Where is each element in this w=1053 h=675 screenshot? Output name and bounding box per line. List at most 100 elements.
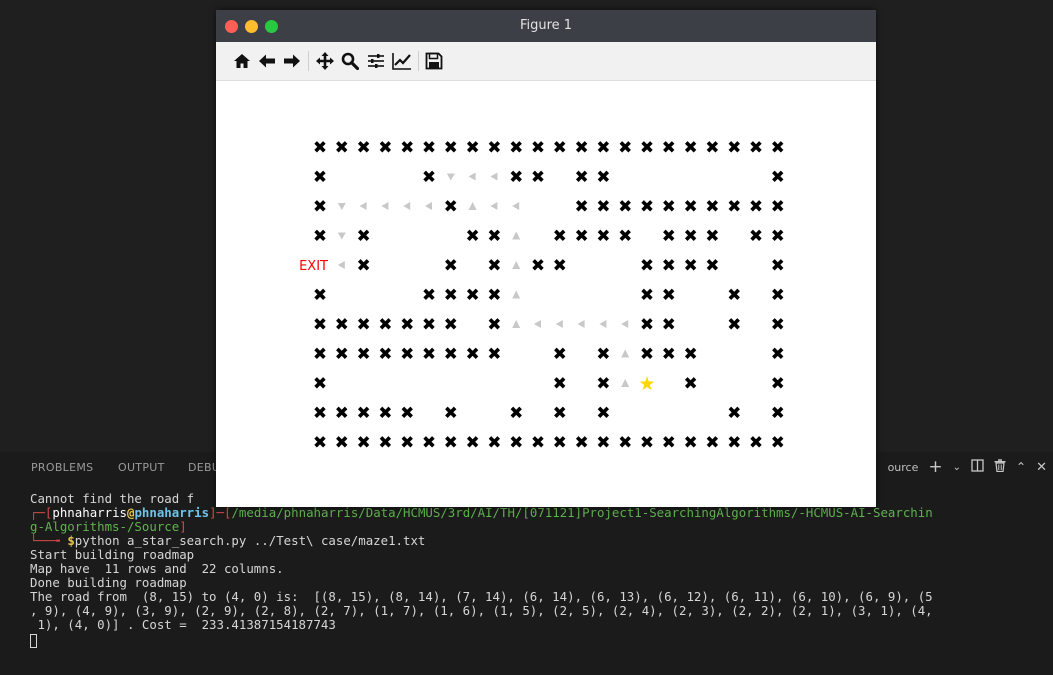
wall-marker: ✖ (662, 197, 676, 217)
wall-marker: ✖ (596, 227, 610, 247)
terminal-prompt-line: ┌─[phnaharris@phnaharris]─[/media/phnaha… (30, 505, 933, 520)
wall-marker: ✖ (705, 256, 719, 276)
window-title: Figure 1 (519, 18, 573, 33)
wall-marker: ✖ (727, 433, 741, 453)
wall-marker: ✖ (683, 433, 697, 453)
wall-marker: ✖ (400, 345, 414, 365)
wall-marker: ✖ (574, 433, 588, 453)
wall-marker: ✖ (771, 345, 785, 365)
wall-marker: ✖ (356, 227, 370, 247)
path-arrow-down (446, 173, 455, 181)
wall-marker: ✖ (509, 404, 523, 424)
terminal-command-line: └──╼ $python a_star_search.py ../Test\ c… (30, 533, 426, 548)
wall-marker: ✖ (596, 345, 610, 365)
back-icon[interactable] (257, 50, 277, 72)
wall-marker: ✖ (487, 256, 501, 276)
wall-marker: ✖ (509, 168, 523, 188)
path-arrow-left (534, 320, 541, 328)
wall-marker: ✖ (662, 286, 676, 306)
wall-marker: ✖ (553, 256, 567, 276)
wall-marker: ✖ (335, 138, 349, 158)
wall-marker: ✖ (335, 315, 349, 335)
figure-window[interactable]: Figure 1 ✖ ✖ ✖ ✖ ✖ ✖ ✖ ✖ ✖ ✖ ✖ ✖ ✖ ✖ ✖ ✖ ✖ ✖ ✖ ✖ ✖ ✖ ✖ ✖ ✖ ✖ ✖ ✖ ✖ (216, 10, 876, 507)
wall-marker: ✖ (705, 433, 719, 453)
save-icon[interactable] (424, 50, 444, 72)
wall-marker: ✖ (422, 138, 436, 158)
wall-marker: ✖ (444, 433, 458, 453)
wall-marker: ✖ (771, 404, 785, 424)
wall-marker: ✖ (771, 256, 785, 276)
wall-marker: ✖ (662, 227, 676, 247)
path-arrow-left (555, 320, 563, 328)
wall-marker: ✖ (705, 197, 719, 217)
wall-marker: ✖ (574, 227, 588, 247)
path-arrow-up (621, 349, 630, 358)
wall-marker: ✖ (727, 197, 741, 217)
path-arrow-left (512, 202, 520, 210)
wall-marker: ✖ (356, 256, 370, 276)
wall-marker: ✖ (509, 433, 523, 453)
wall-marker: ✖ (596, 404, 610, 424)
terminal-output-line: , 9), (4, 9), (3, 9), (2, 9), (2, 8), (2… (30, 603, 933, 618)
wall-marker: ✖ (596, 374, 610, 394)
path-arrow-left (490, 172, 498, 181)
terminal-prompt-path-cont: g-Algorithms-/Source] (30, 519, 187, 534)
wall-marker: ✖ (444, 286, 458, 306)
exit-label: EXIT (299, 259, 328, 274)
terminal-output-line: Done building roadmap (30, 575, 187, 590)
wall-marker: ✖ (335, 433, 349, 453)
wall-marker: ✖ (553, 433, 567, 453)
edit-axes-icon[interactable] (392, 50, 412, 72)
wall-marker: ✖ (596, 138, 610, 158)
window-titlebar[interactable]: Figure 1 (216, 10, 876, 42)
wall-marker: ✖ (378, 433, 392, 453)
zoom-icon[interactable] (340, 50, 360, 72)
wall-marker: ✖ (618, 227, 632, 247)
wall-marker: ✖ (662, 345, 676, 365)
wall-marker: ✖ (444, 256, 458, 276)
path-arrow-left (490, 202, 498, 210)
path-arrow-up (621, 379, 630, 387)
configure-subplots-icon[interactable] (366, 50, 386, 72)
wall-marker: ✖ (574, 138, 588, 158)
path-arrow-left (403, 202, 411, 210)
wall-marker: ✖ (444, 197, 458, 217)
path-arrow-up (512, 290, 521, 299)
wall-marker: ✖ (553, 345, 567, 365)
wall-marker: ✖ (771, 138, 785, 158)
wall-marker: ✖ (378, 315, 392, 335)
toolbar-divider (308, 51, 309, 71)
wall-marker: ✖ (618, 138, 632, 158)
wall-marker: ✖ (465, 227, 479, 247)
wall-marker: ✖ (313, 168, 327, 188)
path-arrow-left (599, 320, 607, 328)
forward-icon[interactable] (282, 50, 302, 72)
path-arrow-up (512, 231, 521, 240)
wall-marker: ✖ (378, 404, 392, 424)
wall-marker: ✖ (313, 286, 327, 306)
wall-marker: ✖ (509, 138, 523, 158)
wall-marker: ✖ (771, 315, 785, 335)
wall-marker: ✖ (640, 197, 654, 217)
path-arrow-left (425, 202, 432, 210)
wall-marker: ✖ (771, 374, 785, 394)
pan-icon[interactable] (315, 50, 335, 72)
wall-marker: ✖ (313, 197, 327, 217)
terminal-output-line: 1), (4, 0)] . Cost = 233.41387154187743 (30, 617, 336, 632)
wall-marker: ✖ (487, 315, 501, 335)
wall-marker: ✖ (683, 197, 697, 217)
wall-marker: ✖ (727, 286, 741, 306)
wall-marker: ✖ (640, 138, 654, 158)
maze-plot: ✖ ✖ ✖ ✖ ✖ ✖ ✖ ✖ ✖ ✖ ✖ ✖ ✖ ✖ ✖ ✖ ✖ ✖ ✖ ✖ ✖ ✖ ✖ ✖ ✖ ✖ ✖ ✖ ✖ ✖ ✖ ✖ ✖ ✖ ✖ ✖ ✖ ✖ ✖ ✖… (299, 138, 785, 453)
wall-marker: ✖ (313, 374, 327, 394)
wall-marker: ✖ (531, 168, 545, 188)
wall-marker: ✖ (618, 197, 632, 217)
wall-marker: ✖ (444, 345, 458, 365)
wall-marker: ✖ (356, 345, 370, 365)
path-arrow-left (381, 202, 389, 210)
home-icon[interactable] (232, 50, 252, 72)
wall-marker: ✖ (574, 197, 588, 217)
wall-marker: ✖ (313, 345, 327, 365)
wall-marker: ✖ (683, 345, 697, 365)
figure-canvas[interactable]: ✖ ✖ ✖ ✖ ✖ ✖ ✖ ✖ ✖ ✖ ✖ ✖ ✖ ✖ ✖ ✖ ✖ ✖ ✖ ✖ ✖ ✖ ✖ ✖ ✖ ✖ ✖ ✖ ✖ ✖ ✖ ✖ ✖ ✖ ✖ ✖ ✖ ✖ ✖ ✖… (216, 81, 876, 507)
